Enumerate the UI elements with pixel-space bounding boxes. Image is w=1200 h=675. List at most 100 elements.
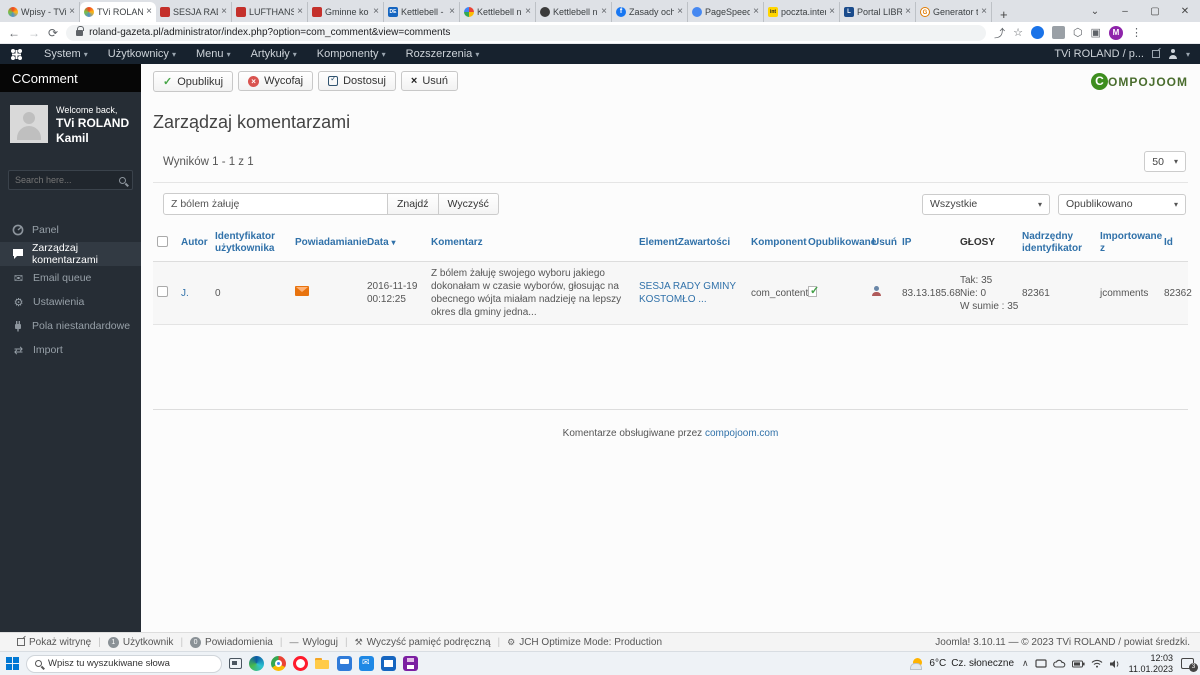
browser-tab[interactable]: Generator t× (916, 2, 992, 22)
menu-system[interactable]: System ▾ (35, 48, 97, 60)
bookmark-star-icon[interactable]: ☆ (1013, 26, 1023, 39)
header-element[interactable]: ElementZawartości (635, 225, 747, 262)
browser-tab[interactable]: SESJA RADY× (156, 2, 232, 22)
browser-tab[interactable]: Wpisy - TVi × (4, 2, 80, 22)
logged-in-users[interactable]: 1 Użytkownik (101, 636, 181, 648)
header-date[interactable]: Data ▾ (363, 225, 427, 262)
browser-tab[interactable]: Gminne ko × (308, 2, 384, 22)
volume-icon[interactable] (1109, 659, 1121, 669)
sidebar-search[interactable] (8, 170, 133, 191)
menu-users[interactable]: Użytkownicy ▾ (99, 48, 185, 60)
row-checkbox[interactable] (157, 285, 168, 297)
browser-tab[interactable]: Kettlebell - × (384, 2, 460, 22)
wifi-icon[interactable] (1091, 659, 1103, 668)
secure-lock-icon[interactable] (76, 25, 85, 36)
unpublish-button[interactable]: × Wycofaj (238, 71, 314, 91)
sidebar-item-panel[interactable]: Panel (0, 218, 141, 242)
share-icon[interactable]: ⤴ (994, 25, 1005, 41)
tab-close-icon[interactable]: × (981, 7, 987, 17)
reload-button[interactable]: ⟳ (48, 26, 58, 40)
tray-expand-icon[interactable]: ∧ (1022, 658, 1029, 669)
browser-tab[interactable]: Portal LIBR× (840, 2, 916, 22)
taskbar-clock[interactable]: 12:03 11.01.2023 (1129, 653, 1173, 674)
tab-close-icon[interactable]: × (221, 7, 227, 17)
url-field[interactable]: roland-gazeta.pl/administrator/index.php… (66, 24, 987, 41)
opera-icon[interactable] (293, 656, 308, 671)
new-tab-button[interactable]: + (992, 7, 1016, 22)
back-button[interactable]: ← (8, 26, 20, 40)
header-delete[interactable]: Usuń (868, 225, 898, 262)
header-comment[interactable]: Komentarz (427, 225, 635, 262)
browser-tab[interactable]: Kettlebell n × (460, 2, 536, 22)
view-site-link[interactable]: Pokaż witrynę (10, 637, 98, 648)
browser-tab[interactable]: Kettlebell n × (536, 2, 612, 22)
external-link-icon[interactable] (1151, 50, 1160, 58)
tab-close-icon[interactable]: × (297, 7, 303, 17)
browser-tab[interactable]: PageSpeed × (688, 2, 764, 22)
tab-list-chevron-icon[interactable]: ⌄ (1080, 6, 1110, 17)
author-link[interactable]: J. (181, 288, 189, 299)
tab-close-icon[interactable]: × (753, 7, 759, 17)
delete-row-icon[interactable] (872, 286, 881, 296)
delete-button[interactable]: × Usuń (400, 71, 459, 91)
extension-icon[interactable] (1051, 26, 1065, 39)
menu-components[interactable]: Komponenty ▾ (308, 48, 395, 60)
taskbar-search[interactable]: Wpisz tu wyszukiwane słowa (26, 654, 222, 673)
tab-close-icon[interactable]: × (601, 7, 607, 17)
edge-icon[interactable] (249, 656, 264, 671)
logout-link[interactable]: — Wyloguj (282, 637, 344, 648)
menu-articles[interactable]: Artykuły ▾ (242, 48, 306, 60)
header-ip[interactable]: IP (898, 225, 956, 262)
published-check-icon[interactable]: ✓ (808, 285, 820, 298)
sidepanel-icon[interactable]: ▣ (1091, 26, 1101, 39)
tab-close-icon[interactable]: × (69, 7, 75, 17)
header-user-id[interactable]: Identyfikator użytkownika (211, 225, 291, 262)
battery-icon[interactable] (1071, 660, 1085, 668)
cloud-icon[interactable] (1052, 659, 1066, 668)
clear-button[interactable]: Wyczyść (438, 193, 499, 215)
edit-button[interactable]: Dostosuj (318, 71, 396, 91)
start-button-icon[interactable] (6, 657, 19, 670)
header-notify[interactable]: Powiadamianie (291, 225, 367, 262)
search-icon[interactable] (119, 176, 126, 184)
site-preview-link[interactable]: TVi ROLAND / p... (1054, 48, 1144, 60)
notification-envelope-icon[interactable] (295, 286, 309, 296)
header-component[interactable]: Komponent (747, 225, 807, 262)
header-published[interactable]: Opublikowane (804, 225, 876, 262)
header-parent-id[interactable]: Nadrzędny identyfikator (1018, 225, 1096, 262)
window-minimize-button[interactable]: – (1110, 6, 1140, 17)
forward-button[interactable]: → (28, 26, 40, 40)
browser-tab[interactable]: LUFTHANSA× (232, 2, 308, 22)
header-votes[interactable]: GŁOSY (956, 225, 1018, 262)
task-view-icon[interactable] (229, 658, 242, 669)
profile-avatar[interactable]: M (1108, 25, 1123, 40)
compojoom-link[interactable]: compojoom.com (705, 428, 778, 439)
sidebar-item-settings[interactable]: ⚙ Ustawienia (0, 290, 141, 314)
component-filter-select[interactable]: Wszystkie ▾ (922, 193, 1050, 215)
tab-close-icon[interactable]: × (525, 7, 531, 17)
menu-extensions[interactable]: Rozszerzenia ▾ (397, 48, 489, 60)
select-all-checkbox[interactable] (157, 235, 168, 247)
clear-cache-link[interactable]: ⚒ Wyczyść pamięć podręczną (348, 637, 498, 648)
tab-close-icon[interactable]: × (146, 7, 152, 17)
device-icon[interactable] (1035, 658, 1047, 669)
extension-icon[interactable] (1030, 26, 1044, 39)
tab-close-icon[interactable]: × (677, 7, 683, 17)
browser-menu-icon[interactable]: ⋮ (1131, 26, 1142, 39)
calculator-icon[interactable] (337, 656, 352, 671)
content-item-link[interactable]: SESJA RADY GMINY KOSTOMŁO ... (639, 281, 736, 305)
tab-close-icon[interactable]: × (449, 7, 455, 17)
sidebar-item-manage-comments[interactable]: Zarządzaj komentarzami (0, 242, 141, 267)
find-button[interactable]: Znajdź (388, 193, 439, 215)
header-author[interactable]: Autor (177, 225, 211, 262)
browser-tab[interactable]: Zasady och× (612, 2, 688, 22)
tab-close-icon[interactable]: × (905, 7, 911, 17)
mail-icon[interactable] (359, 656, 374, 671)
user-menu-caret-icon[interactable]: ▾ (1186, 50, 1190, 59)
tab-close-icon[interactable]: × (373, 7, 379, 17)
window-maximize-button[interactable]: ▢ (1140, 6, 1170, 17)
comment-search-input[interactable] (163, 193, 388, 215)
publish-button[interactable]: ✓ Opublikuj (153, 71, 234, 92)
sidebar-item-email-queue[interactable]: ✉ Email queue (0, 266, 141, 290)
notification-center-icon[interactable]: 3 (1181, 658, 1198, 672)
